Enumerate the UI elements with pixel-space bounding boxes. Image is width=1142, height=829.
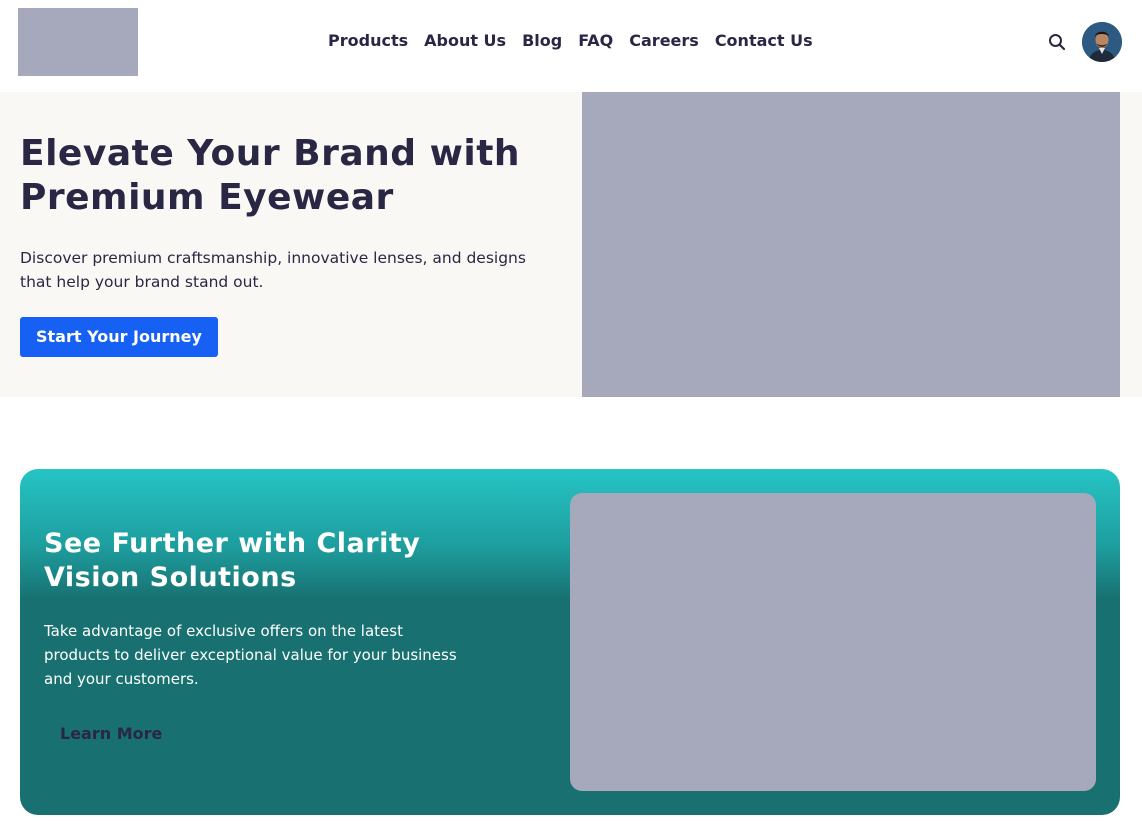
site-header: Products About Us Blog FAQ Careers Conta… (0, 0, 1142, 92)
hero-section: Elevate Your Brand with Premium Eyewear … (0, 92, 1142, 397)
search-icon[interactable] (1046, 31, 1068, 53)
nav-item-contact-us[interactable]: Contact Us (707, 30, 821, 52)
hero-description: Discover premium craftsmanship, innovati… (20, 249, 526, 291)
nav-item-products[interactable]: Products (320, 30, 416, 52)
nav-item-faq[interactable]: FAQ (570, 30, 621, 52)
avatar-icon (1082, 22, 1122, 62)
hero-title: Elevate Your Brand with Premium Eyewear (20, 133, 521, 218)
nav-item-about-us[interactable]: About Us (416, 30, 514, 52)
hero-image (582, 92, 1120, 397)
main-nav: Products About Us Blog FAQ Careers Conta… (320, 30, 821, 52)
promo-banner: See Further with Clarity Vision Solution… (20, 469, 1120, 815)
promo-description: Take advantage of exclusive offers on th… (44, 622, 457, 688)
promo-image (570, 493, 1096, 791)
learn-more-button[interactable]: Learn More (44, 715, 178, 753)
promo-title: See Further with Clarity Vision Solution… (44, 528, 421, 593)
nav-item-blog[interactable]: Blog (514, 30, 570, 52)
logo-image[interactable] (18, 8, 138, 76)
nav-item-careers[interactable]: Careers (621, 30, 707, 52)
start-journey-button[interactable]: Start Your Journey (20, 317, 218, 357)
user-avatar[interactable] (1082, 22, 1122, 62)
